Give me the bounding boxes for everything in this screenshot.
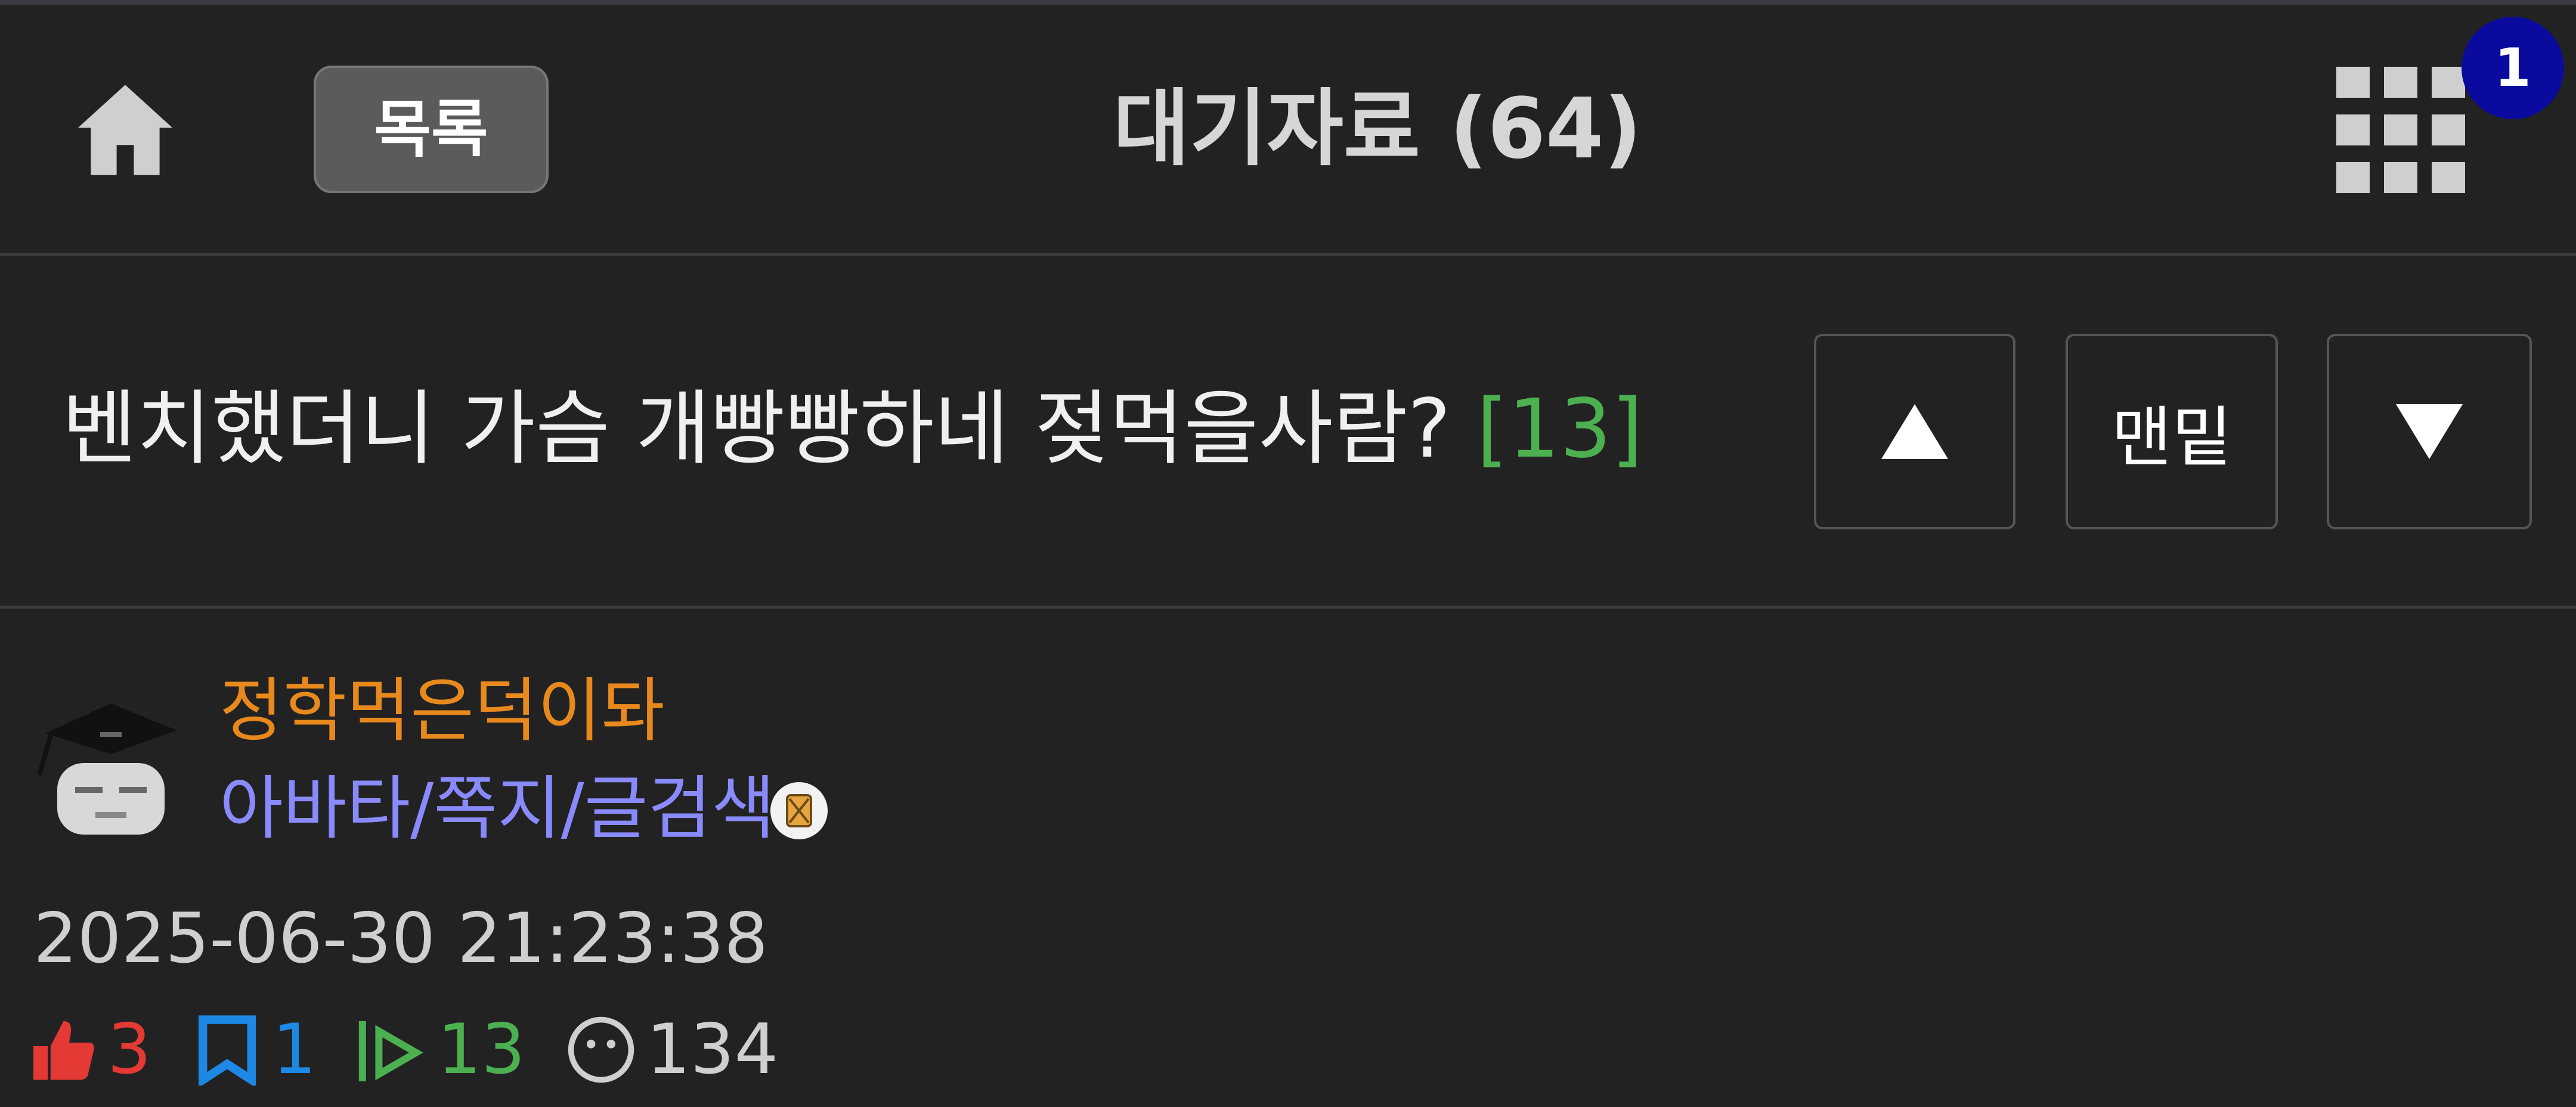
header-divider	[0, 253, 2576, 256]
top-border	[0, 0, 2576, 5]
up-arrow-icon	[1881, 404, 1948, 459]
scroll-down-button[interactable]	[2327, 334, 2532, 529]
thumbs-up-icon	[33, 1021, 94, 1080]
page-title: 대기자료 (64)	[1113, 80, 1642, 178]
notification-badge[interactable]: 1	[2462, 17, 2564, 119]
comment-icon	[359, 1021, 424, 1081]
post-stats: 3 1 13 134	[26, 1005, 796, 1094]
down-arrow-icon	[2396, 404, 2463, 459]
comment-stat[interactable]: 13	[356, 1005, 525, 1094]
like-count: 3	[107, 1009, 151, 1090]
comment-count-link[interactable]: [13]	[1476, 382, 1643, 476]
graduate-ghost-icon	[37, 703, 177, 835]
scrap-count: 1	[272, 1009, 317, 1090]
home-icon	[78, 85, 173, 175]
post-timestamp: 2025-06-30 21:23:38	[33, 898, 768, 979]
author-links[interactable]: 아바타/쪽지/글검색	[219, 764, 775, 854]
scroll-up-button[interactable]	[1814, 334, 2015, 529]
face-icon	[568, 1016, 634, 1083]
post-title-row: 벤치했더니 가슴 개빵빵하네 젖먹을사람? [13]	[62, 370, 1643, 489]
level-badge-icon	[769, 781, 829, 841]
comment-total: 13	[437, 1009, 525, 1090]
home-button[interactable]	[72, 76, 179, 184]
scroll-bottom-button[interactable]: 맨밑	[2066, 334, 2278, 529]
avatar[interactable]	[33, 674, 182, 841]
author-name[interactable]: 정학먹은덕이돠	[219, 666, 665, 756]
views-stat: 134	[565, 1005, 778, 1094]
scrap-stat[interactable]: 1	[191, 1005, 317, 1094]
bookmark-icon	[198, 1015, 256, 1086]
scroll-bottom-label: 맨밑	[2111, 399, 2233, 476]
view-count: 134	[646, 1009, 779, 1090]
list-button[interactable]: 목록	[314, 66, 549, 193]
post-title: 벤치했더니 가슴 개빵빵하네 젖먹을사람?	[62, 382, 1451, 476]
grid-menu-button[interactable]	[2336, 67, 2465, 193]
app-header: 목록 대기자료 (64) 1	[0, 5, 2576, 253]
title-divider	[0, 606, 2576, 609]
like-stat[interactable]: 3	[26, 1005, 151, 1094]
